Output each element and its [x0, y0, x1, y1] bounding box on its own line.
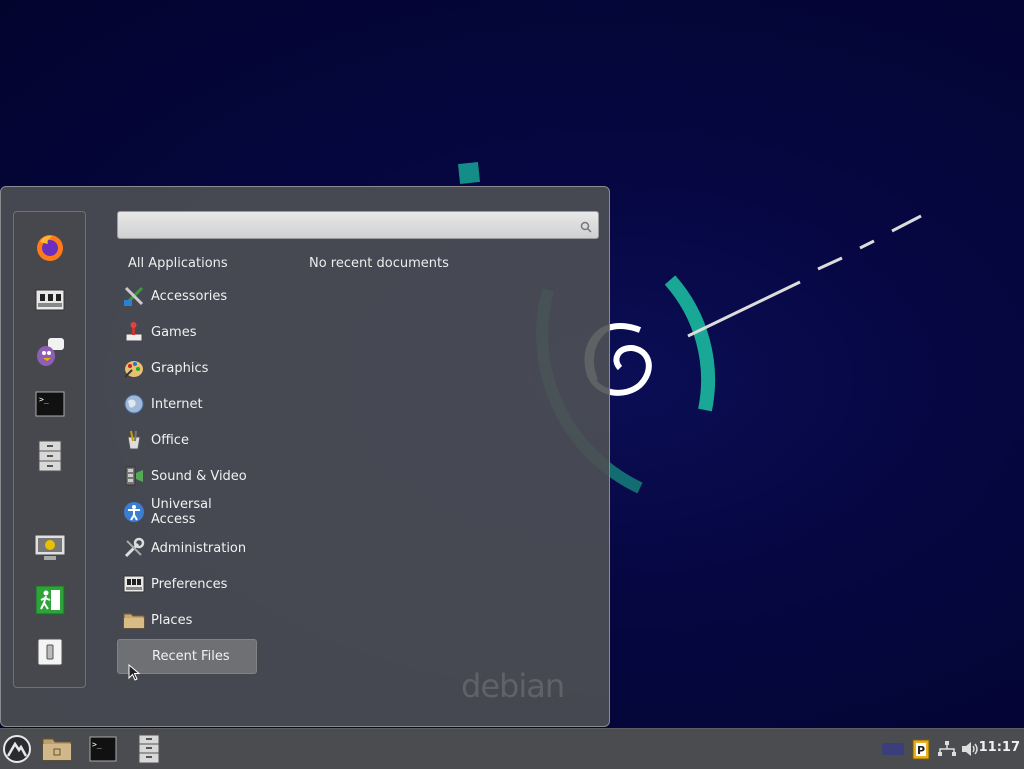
- lock-screen-icon[interactable]: [32, 530, 68, 566]
- terminal-icon[interactable]: >_: [32, 386, 68, 422]
- network-icon[interactable]: [935, 733, 959, 765]
- no-recent-documents-text: No recent documents: [309, 256, 449, 271]
- svg-text:>_: >_: [39, 395, 49, 404]
- home-folder-icon[interactable]: [41, 733, 73, 765]
- sound-video-icon: [123, 465, 145, 487]
- file-manager-icon[interactable]: [133, 733, 165, 765]
- file-manager-icon[interactable]: [32, 438, 68, 474]
- debian-wordmark: debian: [461, 667, 565, 705]
- firefox-icon[interactable]: [32, 230, 68, 266]
- universal-access-icon: [123, 501, 145, 523]
- category-sound-video[interactable]: Sound & Video: [117, 459, 257, 493]
- menu-icon[interactable]: [1, 733, 33, 765]
- clock[interactable]: 11:17: [979, 740, 1020, 755]
- keyboard-icon[interactable]: [880, 733, 906, 765]
- terminal-icon[interactable]: >_: [87, 733, 119, 765]
- office-icon: [123, 429, 145, 451]
- category-places[interactable]: Places: [117, 603, 257, 637]
- all-applications-header[interactable]: All Applications: [128, 256, 228, 271]
- category-administration[interactable]: Administration: [117, 531, 257, 565]
- category-internet[interactable]: Internet: [117, 387, 257, 421]
- favorites-sidebar: >_: [13, 211, 86, 688]
- category-accessories[interactable]: Accessories: [117, 279, 257, 313]
- svg-text:P: P: [917, 744, 925, 757]
- category-office[interactable]: Office: [117, 423, 257, 457]
- clipboard-icon[interactable]: P: [908, 733, 934, 765]
- search-icon: [580, 218, 592, 237]
- mouse-cursor-icon: [128, 664, 141, 681]
- svg-text:>_: >_: [92, 740, 102, 749]
- category-universal-access[interactable]: Universal Access: [117, 495, 257, 529]
- preferences-icon: [123, 573, 145, 595]
- graphics-icon: [123, 357, 145, 379]
- accessories-icon: [123, 285, 145, 307]
- internet-icon: [123, 393, 145, 415]
- settings-icon[interactable]: [32, 282, 68, 318]
- places-folder-icon: [123, 609, 145, 631]
- administration-icon: [123, 537, 145, 559]
- shutdown-icon[interactable]: [32, 634, 68, 670]
- category-preferences[interactable]: Preferences: [117, 567, 257, 601]
- pidgin-icon[interactable]: [32, 334, 68, 370]
- category-games[interactable]: Games: [117, 315, 257, 349]
- application-menu: >_ All Applications No recent documents …: [0, 186, 610, 727]
- games-icon: [123, 321, 145, 343]
- category-graphics[interactable]: Graphics: [117, 351, 257, 385]
- search-box[interactable]: [117, 211, 599, 239]
- taskbar: >_ P 11:17: [0, 728, 1024, 769]
- logout-icon[interactable]: [32, 582, 68, 618]
- search-input[interactable]: [122, 215, 576, 237]
